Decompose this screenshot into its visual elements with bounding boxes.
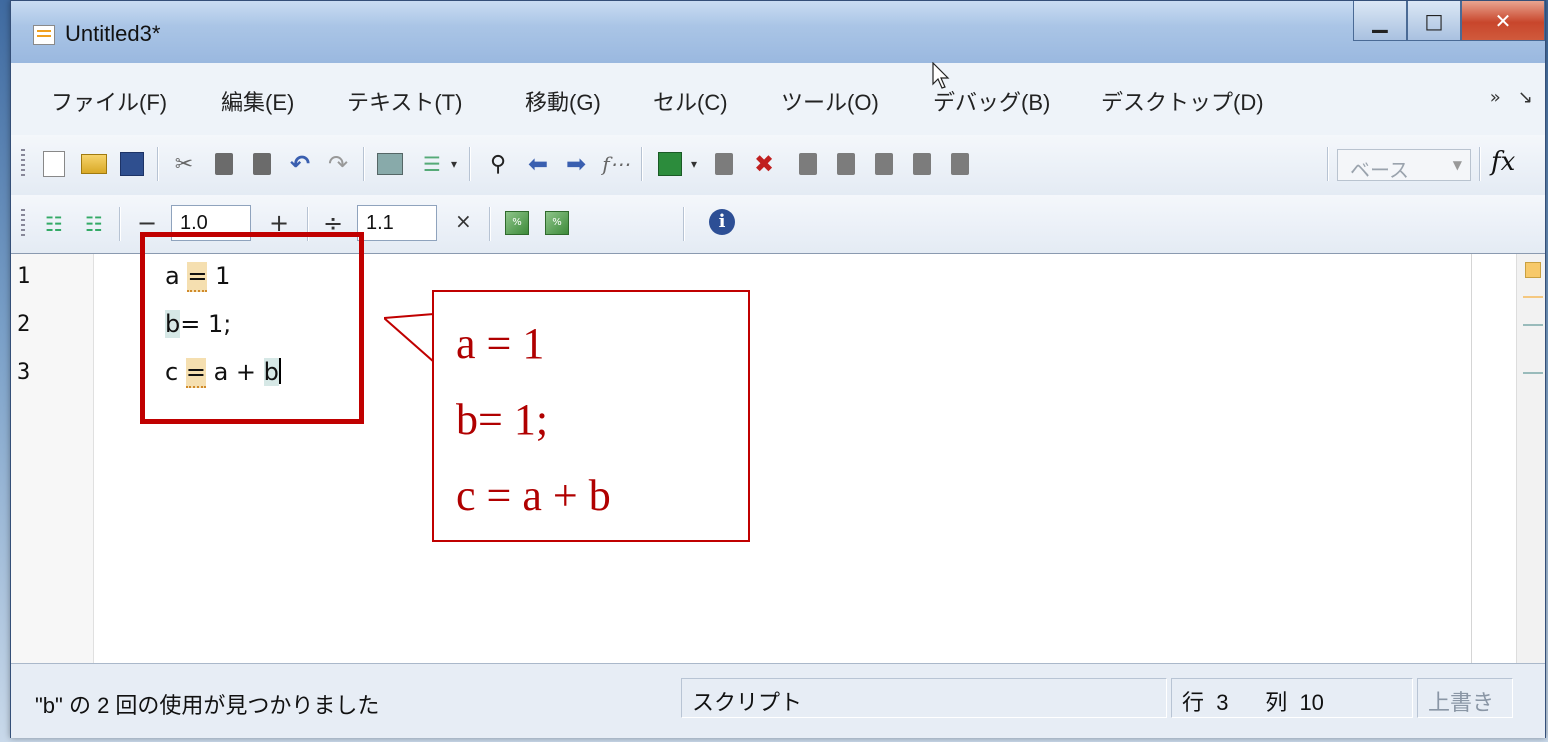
row-label: 行 [1182, 690, 1205, 715]
overwrite-mode-indicator: 上書き [1417, 678, 1513, 718]
line-number: 2 [17, 312, 31, 337]
menu-cell[interactable]: セル(C) [653, 85, 728, 117]
callout-line: a = 1 [456, 319, 545, 368]
status-file-type: スクリプト [681, 678, 1167, 718]
line-number: 1 [17, 264, 31, 289]
toolbar-separator [469, 147, 470, 181]
line-number-gutter: 1 2 3 [11, 254, 94, 664]
menu-tools[interactable]: ツール(O) [781, 85, 879, 117]
close-button[interactable]: ✕ [1461, 1, 1545, 41]
dropdown-arrow-icon[interactable]: ▾ [691, 157, 697, 171]
line-marker[interactable] [1523, 372, 1543, 374]
row-value: 3 [1216, 690, 1229, 715]
title-bar[interactable]: Untitled3* ▁ □ ✕ [11, 1, 1545, 64]
copy-icon[interactable] [211, 151, 237, 177]
evaluate-cell-advance-icon[interactable]: % [545, 211, 569, 235]
save-icon[interactable] [119, 151, 145, 177]
step-in-icon[interactable] [833, 151, 859, 177]
remove-cell-break-icon[interactable]: ☷ [81, 211, 107, 237]
callout-line: b= 1; [456, 395, 549, 444]
status-cursor-position: 行 3 列 10 [1171, 678, 1413, 718]
find-icon[interactable]: ⚲ [485, 151, 511, 177]
toolbar-separator [489, 207, 490, 241]
status-message: "b" の 2 回の使用が見つかりました [35, 693, 380, 718]
toolbar-separator [641, 147, 642, 181]
annotation-highlight-box [140, 232, 364, 424]
scale-value-field[interactable] [357, 205, 437, 241]
run-icon[interactable] [657, 151, 683, 177]
set-breakpoint-icon[interactable] [711, 151, 737, 177]
function-button[interactable]: fx [1491, 147, 1515, 177]
toolbar-grip[interactable] [21, 149, 25, 179]
line-number: 3 [17, 360, 31, 385]
multiply-button[interactable]: × [455, 209, 472, 233]
close-icon: ✕ [1494, 8, 1512, 33]
menu-edit[interactable]: 編集(E) [221, 85, 294, 117]
warning-marker[interactable] [1523, 296, 1543, 298]
step-out-icon[interactable] [871, 151, 897, 177]
print-icon[interactable] [377, 151, 403, 177]
menu-file[interactable]: ファイル(F) [51, 85, 167, 117]
document-icon [33, 25, 55, 45]
go-back-icon[interactable]: ⬅ [525, 150, 551, 178]
maximize-icon: □ [1424, 8, 1444, 33]
evaluate-cell-icon[interactable]: % [505, 211, 529, 235]
toolbar-separator [1479, 147, 1480, 181]
dropdown-arrow-icon[interactable]: ▾ [451, 157, 457, 171]
toolbar-grip[interactable] [21, 209, 25, 239]
exit-debug-icon[interactable] [947, 151, 973, 177]
toolbar-separator [1327, 147, 1328, 181]
paste-icon[interactable] [249, 151, 275, 177]
continue-icon[interactable] [909, 151, 935, 177]
redo-icon[interactable]: ↷ [325, 150, 351, 178]
cut-icon[interactable]: ✂ [171, 151, 197, 177]
undo-icon[interactable]: ↶ [287, 150, 313, 178]
toolbar-separator [119, 207, 120, 241]
function-browser-icon[interactable]: f⋯ [602, 151, 629, 177]
maximize-button[interactable]: □ [1407, 1, 1461, 41]
line-marker[interactable] [1523, 324, 1543, 326]
insert-cell-break-icon[interactable]: ☷ [41, 211, 67, 237]
clear-breakpoints-icon[interactable]: ✖ [751, 150, 777, 178]
callout-line: c = a + b [456, 471, 611, 520]
minimize-icon: ▁ [1372, 8, 1388, 33]
mouse-pointer-icon [932, 62, 950, 89]
step-icon[interactable] [795, 151, 821, 177]
window-title: Untitled3* [65, 21, 161, 46]
column-label: 列 [1265, 690, 1288, 715]
go-forward-icon[interactable]: ➡ [563, 150, 589, 178]
right-text-limit-line [1471, 254, 1472, 664]
menu-go[interactable]: 移動(G) [525, 85, 601, 117]
info-icon[interactable]: i [709, 209, 735, 235]
new-file-icon[interactable] [41, 151, 67, 177]
annotation-callout: a = 1 b= 1; c = a + b [384, 290, 750, 542]
toolbar-separator [157, 147, 158, 181]
warning-status-icon[interactable] [1525, 262, 1541, 278]
open-folder-icon[interactable] [81, 151, 107, 177]
workspace-select[interactable]: ベース ▼ [1337, 149, 1471, 182]
smart-indent-icon[interactable]: ☰ [419, 151, 445, 177]
column-value: 10 [1299, 690, 1324, 715]
main-toolbar: ✂ ↶ ↷ ☰ ▾ ⚲ ⬅ ➡ f⋯ ▾ ✖ ベース ▼ fx [11, 135, 1545, 196]
message-indicator-bar[interactable] [1516, 254, 1545, 664]
menu-overflow-icon[interactable]: » ↘ [1490, 87, 1533, 108]
chevron-down-icon: ▼ [1452, 158, 1462, 172]
menu-text[interactable]: テキスト(T) [347, 85, 462, 117]
minimize-button[interactable]: ▁ [1353, 1, 1407, 41]
menu-desktop[interactable]: デスクトップ(D) [1101, 85, 1264, 117]
toolbar-separator [363, 147, 364, 181]
toolbar-separator [683, 207, 684, 241]
menu-bar: ファイル(F) 編集(E) テキスト(T) 移動(G) セル(C) ツール(O)… [11, 63, 1545, 136]
status-bar: "b" の 2 回の使用が見つかりました スクリプト 行 3 列 10 上書き [11, 663, 1545, 738]
workspace-select-value: ベース [1350, 160, 1409, 182]
window-controls: ▁ □ ✕ [1353, 1, 1545, 45]
